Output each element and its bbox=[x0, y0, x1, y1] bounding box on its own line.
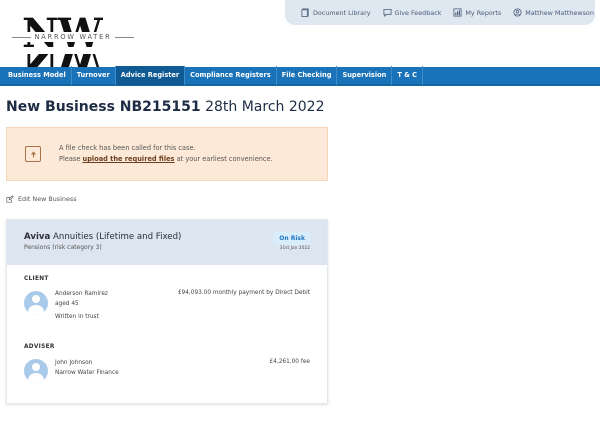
client-payment: £94,093.00 monthly payment by Direct Deb… bbox=[177, 290, 310, 296]
alert-line-1: A file check has been called for this ca… bbox=[59, 144, 196, 152]
client-age: aged 45 bbox=[55, 300, 79, 307]
policy-card: Aviva Annuities (Lifetime and Fixed) Pen… bbox=[6, 219, 328, 404]
logo-wordmark: NARROW WATER bbox=[8, 32, 138, 42]
alert-line-2-prefix: Please bbox=[59, 155, 81, 163]
client-avatar bbox=[24, 291, 48, 315]
client-details: Anderson Ramirez aged 45 Written in trus… bbox=[55, 290, 108, 323]
adviser-details: John Johnson Narrow Water Finance bbox=[55, 359, 119, 378]
client-name: Anderson Ramirez bbox=[55, 291, 108, 297]
document-library-icon bbox=[301, 8, 309, 17]
user-icon bbox=[513, 8, 522, 17]
nav-terms[interactable]: T & C bbox=[392, 66, 423, 85]
nav-turnover[interactable]: Turnover bbox=[72, 66, 116, 85]
my-reports-link[interactable]: My Reports bbox=[453, 8, 501, 17]
policy-card-header: Aviva Annuities (Lifetime and Fixed) Pen… bbox=[7, 220, 327, 265]
nav-file-checking[interactable]: File Checking bbox=[277, 66, 338, 85]
alert-text: A file check has been called for this ca… bbox=[59, 143, 273, 165]
document-library-label: Document Library bbox=[313, 8, 371, 17]
give-feedback-link[interactable]: Give Feedback bbox=[382, 8, 442, 17]
nav-business-model[interactable]: Business Model bbox=[3, 66, 72, 85]
document-library-link[interactable]: Document Library bbox=[301, 8, 371, 17]
client-section-label: CLIENT bbox=[24, 276, 49, 282]
reports-icon bbox=[453, 8, 462, 17]
page-title: New Business NB215151 28th March 2022 bbox=[6, 99, 324, 115]
status-badge: On Risk bbox=[273, 232, 311, 245]
nav-advice-register[interactable]: Advice Register bbox=[115, 66, 186, 85]
adviser-section-label: ADVISER bbox=[24, 344, 55, 350]
give-feedback-label: Give Feedback bbox=[394, 8, 442, 17]
provider-name: Aviva bbox=[24, 232, 51, 242]
feedback-icon bbox=[382, 8, 392, 17]
upload-icon bbox=[25, 146, 41, 162]
page-title-case: New Business NB215151 bbox=[6, 99, 201, 115]
client-note: Written in trust bbox=[55, 314, 99, 320]
nav-supervision[interactable]: Supervision bbox=[337, 66, 393, 85]
user-name-label: Matthew Matthewson bbox=[525, 8, 594, 17]
narrow-water-logo[interactable]: NW NW NARROW WATER bbox=[8, 14, 138, 61]
utility-bar: Document Library Give Feedback My Report… bbox=[285, 0, 595, 25]
alert-line-2: Please upload the required files at your… bbox=[59, 154, 273, 165]
upload-files-link[interactable]: upload the required files bbox=[83, 155, 175, 163]
edit-new-business-link[interactable]: Edit New Business bbox=[6, 195, 77, 203]
status-date: 31st Jan 2022 bbox=[279, 246, 310, 251]
page-title-date: 28th March 2022 bbox=[205, 99, 325, 115]
product-name: Annuities (Lifetime and Fixed) bbox=[53, 232, 182, 242]
adviser-name: John Johnson bbox=[55, 360, 93, 366]
user-menu-link[interactable]: Matthew Matthewson bbox=[513, 8, 594, 17]
adviser-fee: £4,261.00 fee bbox=[269, 359, 310, 365]
edit-icon bbox=[6, 195, 14, 203]
main-nav: Business Model Turnover Advice Register … bbox=[0, 66, 600, 86]
file-check-alert: A file check has been called for this ca… bbox=[6, 127, 328, 181]
alert-line-2-suffix: at your earliest convenience. bbox=[176, 155, 273, 163]
my-reports-label: My Reports bbox=[465, 8, 502, 17]
edit-new-business-label: Edit New Business bbox=[18, 195, 77, 203]
adviser-avatar bbox=[24, 359, 48, 383]
nav-compliance-registers[interactable]: Compliance Registers bbox=[185, 66, 277, 85]
adviser-firm: Narrow Water Finance bbox=[55, 369, 119, 376]
